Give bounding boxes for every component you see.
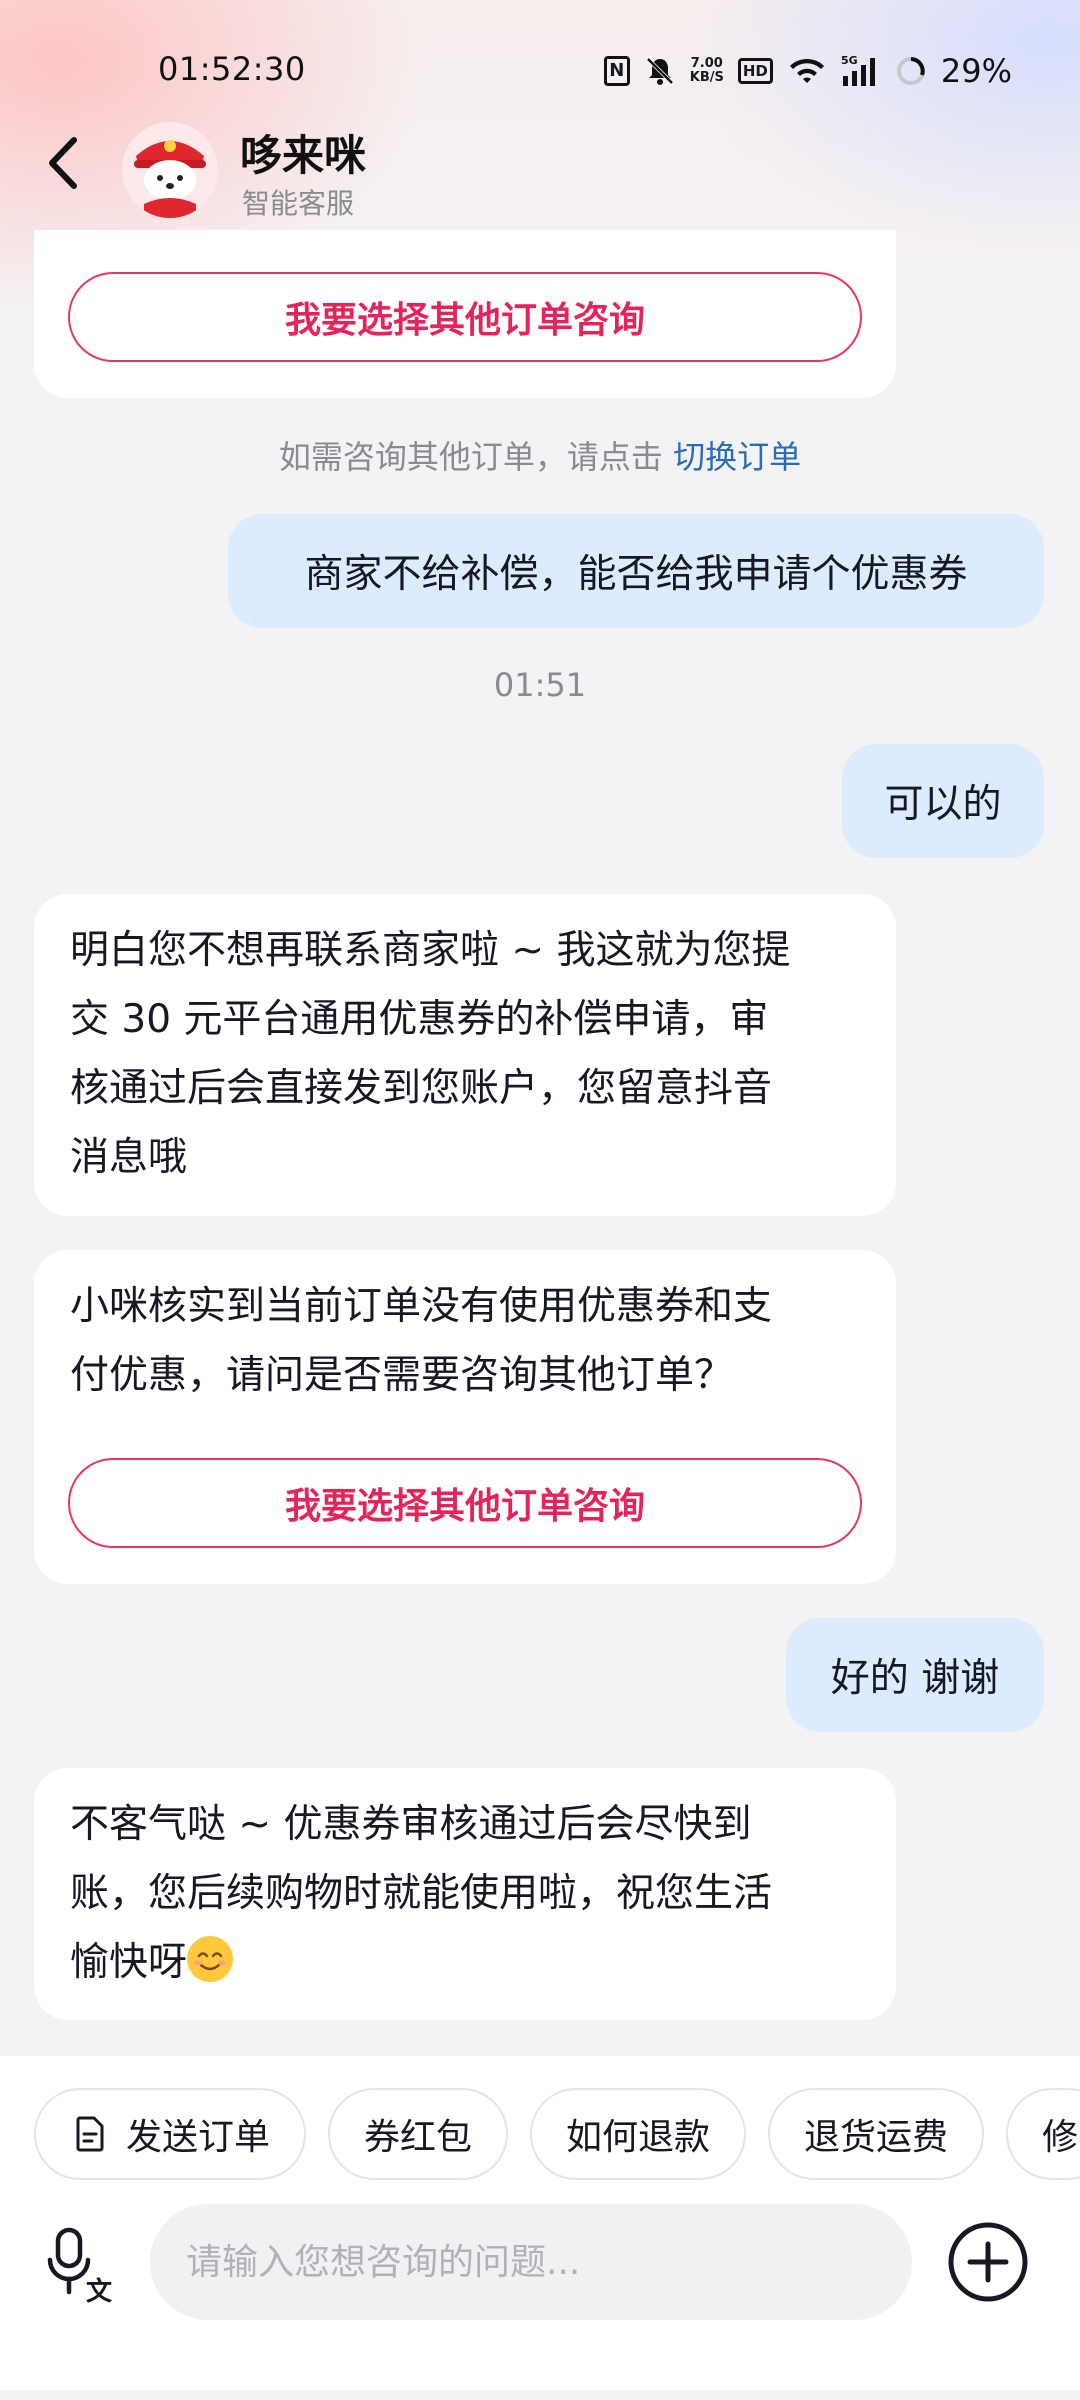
user-message: 可以的: [842, 744, 1044, 858]
network-speed-value: 7.00: [690, 56, 723, 71]
chip-label: 发送订单: [126, 2117, 271, 2158]
message-line: 小咪核实到当前订单没有使用优惠券和支: [70, 1284, 773, 1329]
wifi-icon: [787, 54, 827, 88]
bot-message-card-partial: 我要选择其他订单咨询: [34, 230, 896, 398]
chip-return-shipping[interactable]: 退货运费: [768, 2088, 985, 2180]
add-plus-icon[interactable]: [946, 2220, 1030, 2304]
hd-label: HD: [737, 58, 773, 84]
chip-label: 如何退款: [566, 2117, 711, 2158]
message-input[interactable]: [150, 2204, 912, 2320]
hint-text: 如需咨询其他订单，请点击: [278, 438, 663, 476]
smile-emoji-icon: [187, 1936, 234, 1982]
message-line: 付优惠，请问是否需要咨询其他订单？: [70, 1353, 734, 1398]
network-speed-unit: KB/S: [689, 70, 724, 85]
battery-percent: 29%: [940, 52, 1012, 90]
chip-how-to-refund[interactable]: 如何退款: [530, 2088, 747, 2180]
page-subtitle: 智能客服: [242, 187, 355, 220]
choose-other-order-button[interactable]: 我要选择其他订单咨询: [68, 1458, 862, 1548]
chip-partial[interactable]: 修: [1006, 2088, 1080, 2180]
message-line: 不客气哒 ~ 优惠券审核通过后会尽快到: [70, 1802, 752, 1847]
bot-message: 不客气哒 ~ 优惠券审核通过后会尽快到 账，您后续购物时就能使用啦，祝您生活 愉…: [34, 1768, 896, 2020]
chip-label: 退货运费: [804, 2117, 949, 2158]
message-line: 愉快呀: [70, 1928, 860, 1997]
message-line-text: 愉快呀: [70, 1940, 188, 1985]
chip-label: 修: [1042, 2117, 1079, 2158]
message-line: 核通过后会直接发到您账户，您留意抖音: [70, 1066, 773, 1111]
chip-coupons[interactable]: 券红包: [328, 2088, 509, 2180]
bot-message: 小咪核实到当前订单没有使用优惠券和支 付优惠，请问是否需要咨询其他订单？ 我要选…: [34, 1250, 896, 1584]
network-type-label: 5G: [841, 54, 858, 67]
message-line: 明白您不想再联系商家啦 ~ 我这就为您提: [70, 928, 791, 973]
message-line: 消息哦: [70, 1135, 188, 1180]
user-message: 好的 谢谢: [786, 1618, 1044, 1732]
hd-icon: HD: [737, 54, 773, 88]
document-icon: [76, 2116, 104, 2152]
battery-ring-icon: [895, 54, 927, 88]
page-title: 哆来咪: [240, 131, 367, 180]
message-line: 交 30 元平台通用优惠券的补偿申请，审: [70, 997, 769, 1042]
user-message: 商家不给补偿，能否给我申请个优惠券: [228, 514, 1044, 628]
status-time: 01:52:30: [158, 50, 306, 88]
timestamp: 01:51: [493, 666, 587, 704]
switch-order-link[interactable]: 切换订单: [673, 438, 801, 476]
back-arrow-icon[interactable]: [40, 128, 90, 198]
avatar[interactable]: [122, 122, 218, 218]
choose-other-order-button[interactable]: 我要选择其他订单咨询: [68, 272, 862, 362]
voice-to-text-icon[interactable]: 文: [46, 2224, 118, 2304]
cellular-signal-icon: 5G: [841, 54, 881, 88]
network-speed: 7.00 KB/S: [690, 54, 724, 88]
chat-page: 01:52:30 N 7.00 KB/S HD 5G 29% 哆来咪 智能客服 …: [0, 0, 1080, 2400]
chip-send-order[interactable]: 发送订单: [34, 2088, 307, 2180]
status-icons: N 7.00 KB/S HD 5G 29%: [603, 52, 1012, 90]
switch-order-hint: 如需咨询其他订单，请点击 切换订单: [0, 432, 1080, 478]
bot-message: 明白您不想再联系商家啦 ~ 我这就为您提 交 30 元平台通用优惠券的补偿申请，…: [34, 894, 896, 1216]
chip-label: 券红包: [364, 2117, 473, 2158]
nfc-icon: N: [603, 54, 630, 88]
quick-reply-chips: 发送订单 券红包 如何退款 退货运费 修: [34, 2088, 1080, 2180]
mute-bell-icon: [644, 54, 676, 88]
message-line: 账，您后续购物时就能使用啦，祝您生活: [70, 1871, 773, 1916]
status-bar: 01:52:30 N 7.00 KB/S HD 5G 29%: [0, 0, 1080, 140]
svg-text:文: 文: [86, 2276, 113, 2304]
